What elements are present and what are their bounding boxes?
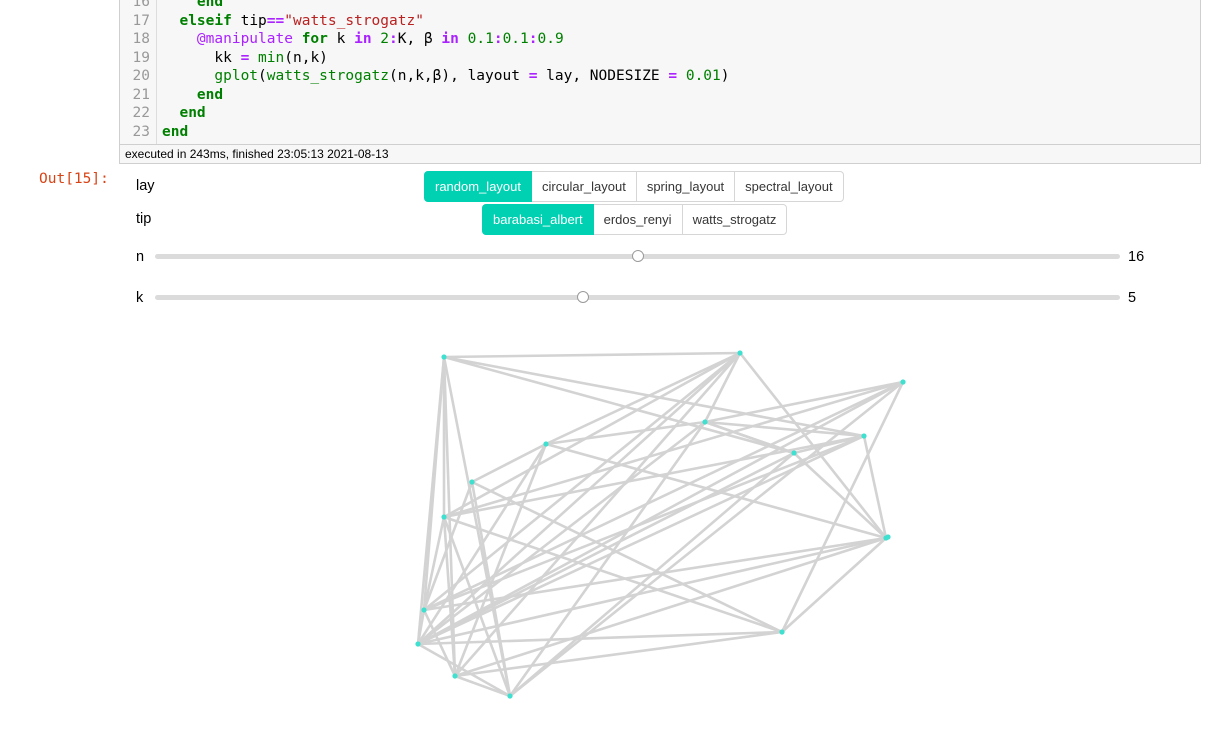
graph-node: [861, 433, 867, 439]
graph-node: [421, 607, 427, 613]
graph-plot: [415, 350, 906, 699]
graph-node: [507, 693, 513, 699]
graph-node: [469, 479, 475, 485]
graph-node: [900, 379, 906, 385]
graph-node: [543, 441, 549, 447]
graph-node: [441, 514, 447, 520]
graph-node: [885, 534, 891, 540]
graph-edge: [443, 351, 741, 359]
graph-node: [779, 629, 785, 635]
graph-edge: [780, 381, 905, 633]
graph-node: [441, 354, 447, 360]
graph-node: [702, 419, 708, 425]
graph-node: [791, 450, 797, 456]
graph-node: [452, 673, 458, 679]
graph-edge: [704, 380, 904, 424]
graph-node: [415, 641, 421, 647]
graph-edge: [417, 380, 904, 646]
graph-edge: [443, 355, 795, 455]
graph-node: [737, 350, 743, 356]
